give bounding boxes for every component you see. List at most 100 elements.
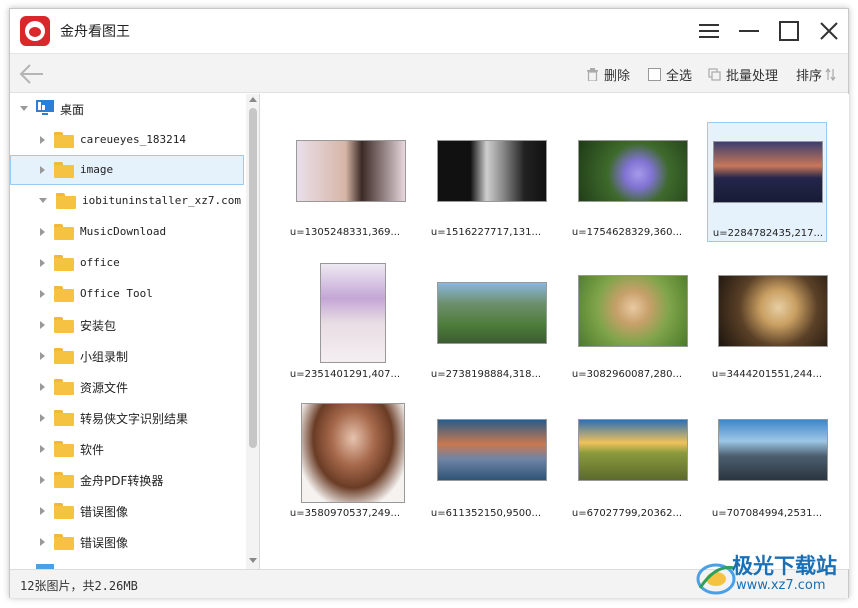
thumbnail-item[interactable]: u=707084994,2531... xyxy=(707,397,828,519)
watermark-logo-icon xyxy=(696,563,736,595)
thumbnail-image[interactable] xyxy=(718,275,828,347)
tree-label: office xyxy=(80,256,120,269)
sort-arrows-icon xyxy=(825,67,836,81)
thumbnail-item[interactable]: u=1305248331,369... xyxy=(285,122,406,242)
expand-arrow-icon[interactable] xyxy=(40,538,45,546)
thumbnail-image[interactable] xyxy=(437,140,547,202)
app-logo-icon xyxy=(20,16,50,46)
scroll-thumb[interactable] xyxy=(249,108,257,448)
folder-icon xyxy=(56,193,76,209)
minimize-icon xyxy=(739,30,759,32)
batch-process-label: 批量处理 xyxy=(726,68,779,84)
tree-item-folder[interactable]: 软件 xyxy=(10,434,244,464)
tree-item-folder-selected[interactable]: image xyxy=(10,155,244,185)
status-text: 12张图片，共2.26MB xyxy=(20,579,138,593)
thumbnail-image[interactable] xyxy=(578,140,688,202)
tree-label: 软件 xyxy=(80,443,105,457)
delete-label: 删除 xyxy=(604,68,631,84)
tree-item-folder[interactable]: office xyxy=(10,248,244,278)
folder-icon xyxy=(54,472,74,488)
app-window: 金舟看图王 删除 全选 批量处理 排序 桌面 careueyes_183214 … xyxy=(9,8,849,598)
thumbnail-item[interactable]: u=3082960087,280... xyxy=(567,257,688,380)
folder-icon xyxy=(54,379,74,395)
tree-item-folder[interactable]: MusicDownload xyxy=(10,217,244,247)
batch-icon xyxy=(708,67,721,81)
window-title: 金舟看图王 xyxy=(60,24,130,40)
tree-label: Office Tool xyxy=(80,287,153,300)
thumbnail-item[interactable]: u=3580970537,249... xyxy=(285,397,405,519)
batch-process-button[interactable]: 批量处理 xyxy=(708,65,779,84)
sort-label: 排序 xyxy=(796,68,823,84)
thumbnail-image[interactable] xyxy=(713,141,823,203)
sidebar-scrollbar[interactable] xyxy=(246,94,259,569)
expand-arrow-icon[interactable] xyxy=(40,228,45,236)
tree-item-folder[interactable]: 转易侠文字识别结果 xyxy=(10,403,244,433)
tree-item-folder[interactable]: 小组录制 xyxy=(10,341,244,371)
tree-label: 资源文件 xyxy=(80,381,129,395)
thumbnail-image[interactable] xyxy=(578,419,688,481)
tree-label: 安装包 xyxy=(80,319,117,333)
thumbnail-item[interactable]: u=3444201551,244... xyxy=(707,257,828,380)
sort-button[interactable]: 排序 xyxy=(796,65,837,84)
maximize-button[interactable] xyxy=(775,17,803,45)
thumbnail-caption: u=2351401291,407... xyxy=(289,369,401,380)
thumbnail-image[interactable] xyxy=(320,263,386,363)
expand-arrow-icon[interactable] xyxy=(40,321,45,329)
expand-arrow-icon[interactable] xyxy=(40,476,45,484)
expand-arrow-icon[interactable] xyxy=(20,106,28,111)
scroll-down-icon[interactable] xyxy=(249,558,257,563)
tree-item-folder[interactable]: 错误图像 xyxy=(10,496,244,526)
watermark-url: www.xz7.com xyxy=(736,578,826,593)
thumbnail-item[interactable]: u=1516227717,131... xyxy=(426,122,547,242)
select-all-checkbox[interactable]: 全选 xyxy=(648,65,692,84)
expand-arrow-icon[interactable] xyxy=(40,290,45,298)
thumbnail-image[interactable] xyxy=(437,282,547,344)
thumbnail-image[interactable] xyxy=(437,419,547,481)
tree-label: 桌面 xyxy=(60,103,85,117)
expand-arrow-icon[interactable] xyxy=(40,259,45,267)
tree-item-folder[interactable]: 金舟PDF转换器 xyxy=(10,465,244,495)
menu-button[interactable] xyxy=(695,17,723,45)
thumbnail-item-selected[interactable]: u=2284782435,217... xyxy=(707,122,827,242)
minimize-button[interactable] xyxy=(735,17,763,45)
close-button[interactable] xyxy=(815,17,843,45)
tree-item-desktop[interactable]: 桌面 xyxy=(10,94,244,124)
tree-item-partial[interactable] xyxy=(10,558,244,569)
tree-label: 错误图像 xyxy=(80,536,129,550)
thumbnail-image[interactable] xyxy=(578,275,688,347)
tree-item-folder[interactable]: Office Tool xyxy=(10,279,244,309)
close-icon xyxy=(820,22,838,40)
tree-item-folder[interactable]: 错误图像 xyxy=(10,527,244,557)
thumbnail-item[interactable]: u=2738198884,318... xyxy=(426,257,547,380)
expand-arrow-icon[interactable] xyxy=(39,198,47,203)
hamburger-icon xyxy=(699,24,719,38)
expand-arrow-icon[interactable] xyxy=(40,414,45,422)
thumbnail-item[interactable]: u=611352150,9500... xyxy=(426,397,547,519)
thumbnail-item[interactable]: u=2351401291,407... xyxy=(285,257,405,380)
tree-item-folder[interactable]: 安装包 xyxy=(10,310,244,340)
tree-item-folder[interactable]: 资源文件 xyxy=(10,372,244,402)
thumbnail-image[interactable] xyxy=(301,403,405,503)
expand-arrow-icon[interactable] xyxy=(40,352,45,360)
expand-arrow-icon[interactable] xyxy=(40,166,45,174)
folder-icon xyxy=(54,317,74,333)
expand-arrow-icon[interactable] xyxy=(40,507,45,515)
maximize-icon xyxy=(779,21,799,41)
expand-arrow-icon[interactable] xyxy=(40,445,45,453)
thumbnail-item[interactable]: u=1754628329,360... xyxy=(567,122,688,242)
scroll-up-icon[interactable] xyxy=(249,97,257,102)
folder-icon xyxy=(54,162,74,178)
back-button[interactable] xyxy=(18,62,46,86)
thumbnail-caption: u=2738198884,318... xyxy=(430,369,542,380)
thumbnail-caption: u=1516227717,131... xyxy=(430,227,542,238)
thumbnail-image[interactable] xyxy=(296,140,406,202)
thumbnail-item[interactable]: u=67027799,20362... xyxy=(567,397,688,519)
delete-button[interactable]: 删除 xyxy=(586,65,631,84)
expand-arrow-icon[interactable] xyxy=(40,136,45,144)
expand-arrow-icon[interactable] xyxy=(40,383,45,391)
tree-item-folder[interactable]: careueyes_183214 xyxy=(10,125,244,155)
checkbox-box[interactable] xyxy=(648,67,661,81)
thumbnail-image[interactable] xyxy=(718,419,828,481)
toolbar: 删除 全选 批量处理 排序 xyxy=(10,53,848,93)
tree-item-folder[interactable]: iobituninstaller_xz7.com xyxy=(10,186,244,216)
